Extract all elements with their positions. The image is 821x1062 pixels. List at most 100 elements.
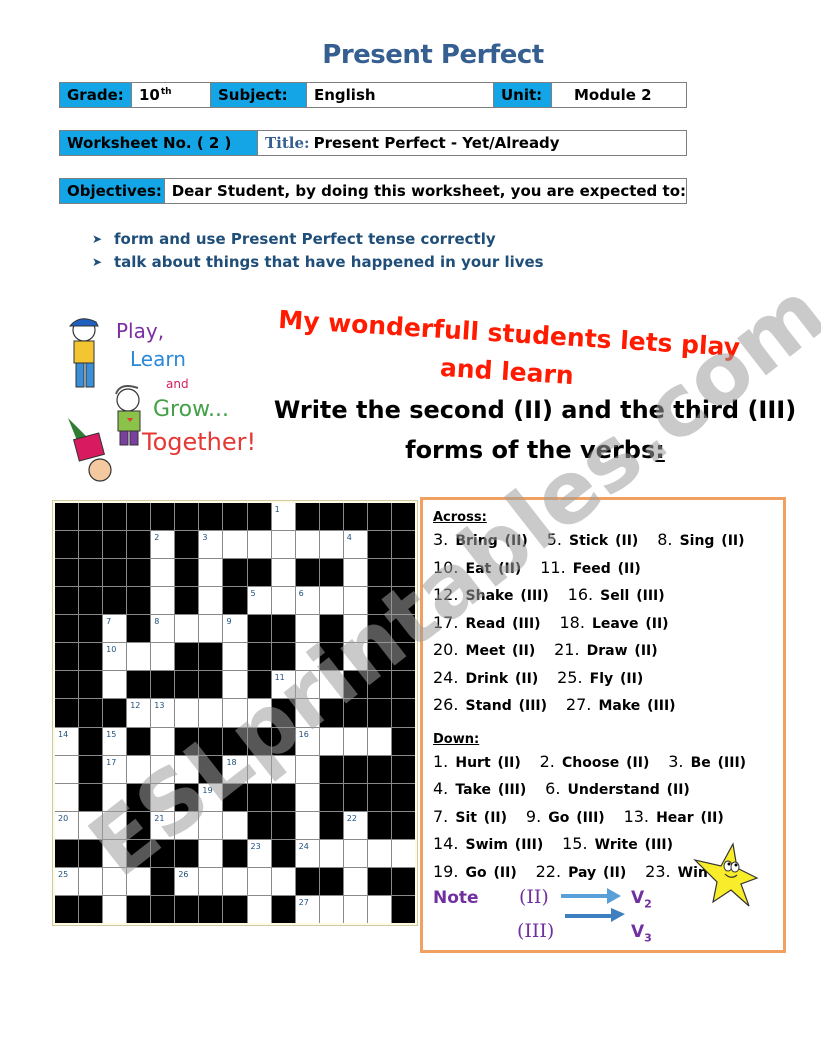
crossword-cell[interactable] xyxy=(247,895,271,923)
crossword-cell[interactable] xyxy=(175,615,199,643)
crossword-cell[interactable] xyxy=(295,531,319,559)
crossword-cell[interactable] xyxy=(343,559,367,587)
crossword-cell[interactable]: 12 xyxy=(127,699,151,727)
crossword-cell[interactable] xyxy=(343,839,367,867)
crossword-cell[interactable] xyxy=(271,531,295,559)
crossword-cell[interactable] xyxy=(247,755,271,783)
crossword-cell[interactable] xyxy=(127,867,151,895)
crossword-cell[interactable] xyxy=(295,643,319,671)
crossword-cell[interactable] xyxy=(343,867,367,895)
crossword-cell[interactable]: 16 xyxy=(295,727,319,755)
crossword-cell[interactable] xyxy=(367,727,391,755)
crossword-cell[interactable]: 2 xyxy=(151,531,175,559)
crossword-cell[interactable]: 9 xyxy=(223,615,247,643)
crossword-cell[interactable]: 23 xyxy=(247,839,271,867)
crossword-cell[interactable]: 3 xyxy=(199,531,223,559)
crossword-cell[interactable]: 10 xyxy=(103,643,127,671)
crossword-cell[interactable] xyxy=(295,615,319,643)
crossword-cell[interactable] xyxy=(79,811,103,839)
crossword-cell[interactable]: 25 xyxy=(55,867,79,895)
crossword-cell[interactable]: 26 xyxy=(175,867,199,895)
crossword-cell[interactable] xyxy=(247,867,271,895)
crossword-cell[interactable]: 24 xyxy=(295,839,319,867)
crossword-cell[interactable] xyxy=(199,699,223,727)
crossword-cell[interactable]: 11 xyxy=(271,671,295,699)
crossword-cell[interactable]: 7 xyxy=(103,615,127,643)
crossword-cell[interactable] xyxy=(367,839,391,867)
crossword-cell[interactable] xyxy=(319,727,343,755)
crossword-cell[interactable] xyxy=(343,895,367,923)
crossword-cell[interactable]: 1 xyxy=(271,503,295,531)
crossword-cell[interactable] xyxy=(103,895,127,923)
crossword-cell[interactable] xyxy=(319,531,343,559)
crossword-cell[interactable]: 4 xyxy=(343,531,367,559)
crossword-cell[interactable]: 8 xyxy=(151,615,175,643)
crossword-cell[interactable] xyxy=(151,727,175,755)
crossword-cell[interactable] xyxy=(103,783,127,811)
crossword-cell[interactable] xyxy=(151,755,175,783)
crossword-cell[interactable]: 13 xyxy=(151,699,175,727)
crossword-cell[interactable]: 27 xyxy=(295,895,319,923)
crossword-cell[interactable] xyxy=(103,811,127,839)
crossword-cell[interactable] xyxy=(199,839,223,867)
crossword-cell[interactable] xyxy=(175,699,199,727)
crossword-cell[interactable]: 17 xyxy=(103,755,127,783)
crossword-cell[interactable]: 6 xyxy=(295,587,319,615)
crossword-cell[interactable] xyxy=(223,699,247,727)
crossword-cell[interactable]: 5 xyxy=(247,587,271,615)
crossword-cell[interactable] xyxy=(295,671,319,699)
crossword-cell[interactable] xyxy=(199,867,223,895)
crossword-cell[interactable] xyxy=(295,755,319,783)
crossword-cell[interactable] xyxy=(103,839,127,867)
crossword-cell[interactable] xyxy=(295,811,319,839)
crossword-cell[interactable] xyxy=(319,587,343,615)
crossword-cell[interactable] xyxy=(271,755,295,783)
crossword-cell[interactable] xyxy=(271,587,295,615)
crossword-cell[interactable] xyxy=(319,895,343,923)
crossword-cell[interactable] xyxy=(175,755,199,783)
crossword-cell[interactable] xyxy=(295,783,319,811)
crossword-cell[interactable]: 19 xyxy=(199,783,223,811)
crossword-cell[interactable]: 22 xyxy=(343,811,367,839)
crossword-cell[interactable] xyxy=(343,643,367,671)
crossword-cell[interactable] xyxy=(223,671,247,699)
crossword-cell[interactable] xyxy=(103,867,127,895)
crossword-cell[interactable] xyxy=(343,727,367,755)
crossword-cell[interactable]: 15 xyxy=(103,727,127,755)
crossword-cell[interactable]: 18 xyxy=(223,755,247,783)
crossword-cell[interactable] xyxy=(151,587,175,615)
crossword-cell[interactable] xyxy=(127,755,151,783)
crossword-cell[interactable] xyxy=(223,643,247,671)
crossword-cell[interactable] xyxy=(199,811,223,839)
crossword-cell[interactable] xyxy=(223,531,247,559)
crossword-cell[interactable] xyxy=(175,811,199,839)
crossword-cell[interactable] xyxy=(223,867,247,895)
crossword-cell[interactable] xyxy=(319,839,343,867)
crossword-cell[interactable] xyxy=(199,615,223,643)
crossword-cell[interactable]: 21 xyxy=(151,811,175,839)
crossword-cell[interactable] xyxy=(271,867,295,895)
crossword-cell[interactable] xyxy=(55,783,79,811)
crossword-cell[interactable] xyxy=(343,615,367,643)
crossword-cell[interactable] xyxy=(223,811,247,839)
crossword-cell[interactable] xyxy=(79,867,103,895)
crossword-cell[interactable] xyxy=(127,643,151,671)
crossword-cell[interactable] xyxy=(367,895,391,923)
crossword-cell[interactable] xyxy=(295,699,319,727)
crossword-cell[interactable] xyxy=(271,559,295,587)
crossword-cell[interactable] xyxy=(247,699,271,727)
crossword-cell[interactable] xyxy=(151,643,175,671)
crossword-cell[interactable] xyxy=(103,671,127,699)
crossword-cell[interactable] xyxy=(151,783,175,811)
crossword-cell[interactable]: 14 xyxy=(55,727,79,755)
crossword-cell[interactable] xyxy=(247,531,271,559)
crossword-cell[interactable] xyxy=(391,839,415,867)
crossword-cell[interactable] xyxy=(151,559,175,587)
crossword-cell[interactable] xyxy=(199,587,223,615)
clue-num: 1. xyxy=(433,751,456,771)
crossword-cell[interactable] xyxy=(199,559,223,587)
crossword-cell[interactable] xyxy=(343,587,367,615)
crossword-cell[interactable] xyxy=(319,671,343,699)
crossword-cell[interactable] xyxy=(55,755,79,783)
crossword-cell[interactable]: 20 xyxy=(55,811,79,839)
